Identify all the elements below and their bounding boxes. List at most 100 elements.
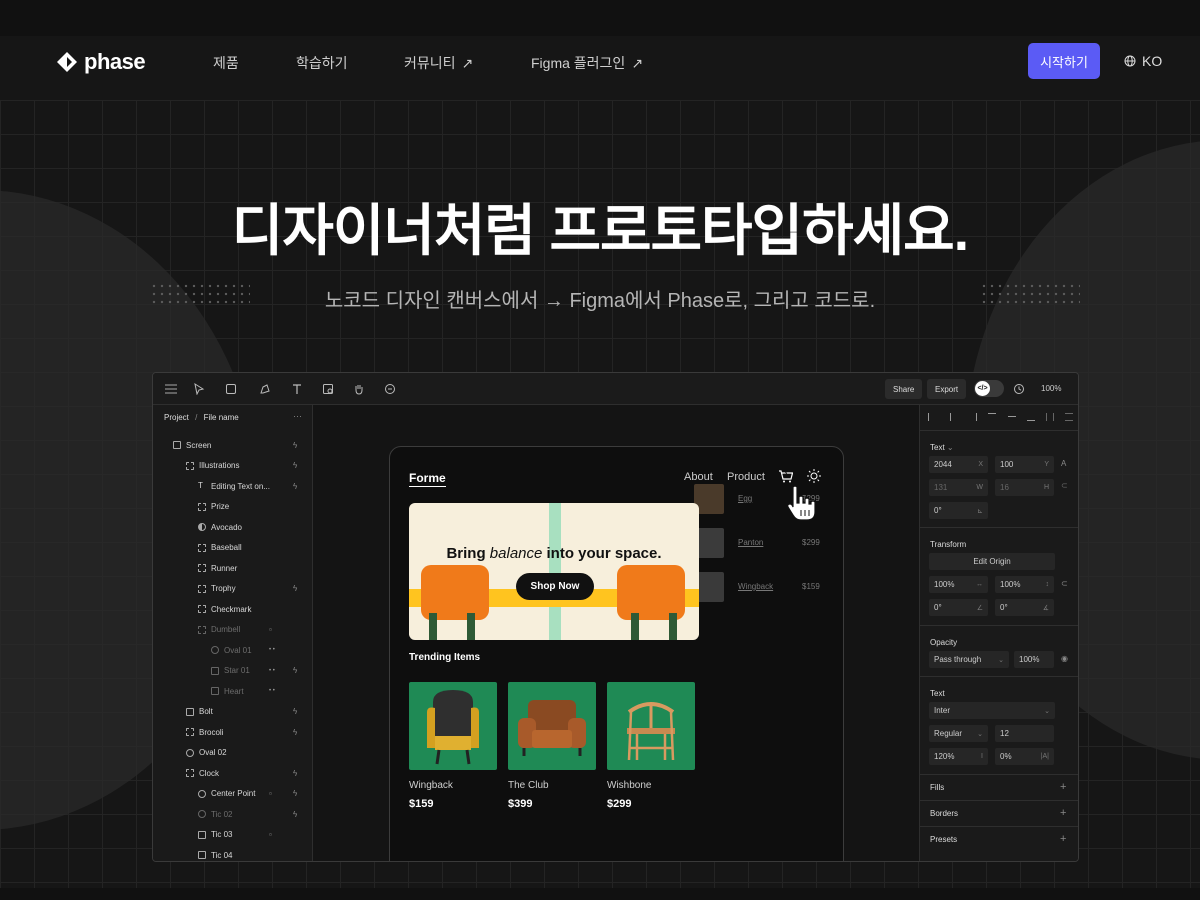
- font-weight-select[interactable]: Regular ⌄: [929, 725, 988, 742]
- frame-icon[interactable]: [223, 381, 239, 397]
- get-started-button[interactable]: 시작하기: [1028, 43, 1100, 79]
- component-icon[interactable]: [320, 381, 336, 397]
- skew-y-field[interactable]: 0° ∡: [995, 599, 1054, 616]
- dropdown-item[interactable]: Panton $299: [694, 528, 820, 558]
- distribute-v-icon[interactable]: [1064, 413, 1073, 421]
- layer-row[interactable]: Baseball: [153, 540, 313, 556]
- layer-row[interactable]: Illustrations ϟ: [153, 458, 313, 474]
- interaction-bolt-icon[interactable]: ϟ: [293, 461, 297, 470]
- product-card[interactable]: The Club $399: [508, 682, 596, 810]
- skew-x-field[interactable]: 0° ∠: [929, 599, 988, 616]
- interaction-bolt-icon[interactable]: ϟ: [293, 707, 297, 716]
- layer-row[interactable]: Bolt ϟ: [153, 704, 313, 720]
- y-field[interactable]: 100 Y: [995, 456, 1054, 473]
- export-button[interactable]: Export: [927, 379, 967, 399]
- interaction-bolt-icon[interactable]: ϟ: [293, 810, 297, 819]
- nav-link-products[interactable]: 제품: [213, 53, 239, 73]
- x-field[interactable]: 2044 X: [929, 456, 988, 473]
- layer-row[interactable]: Trophy ϟ: [153, 581, 313, 597]
- layer-row[interactable]: Avocado: [153, 519, 313, 535]
- preview-nav-about[interactable]: About: [684, 471, 713, 483]
- eye-icon[interactable]: ◉: [1061, 654, 1068, 663]
- share-button[interactable]: Share: [885, 379, 923, 399]
- breadcrumb-file[interactable]: File name: [204, 413, 239, 422]
- align-top-icon[interactable]: [988, 413, 997, 421]
- distribute-h-icon[interactable]: [1045, 413, 1054, 421]
- align-center-h-icon[interactable]: [950, 413, 958, 421]
- rotation-field[interactable]: 0° ⊾: [929, 502, 988, 519]
- layer-row[interactable]: Runner: [153, 560, 313, 576]
- history-icon[interactable]: [1011, 381, 1027, 397]
- layer-row[interactable]: Dumbell ▫: [153, 622, 313, 638]
- letter-spacing-field[interactable]: 0% |A|: [995, 748, 1054, 765]
- comment-icon[interactable]: [382, 381, 398, 397]
- layer-row[interactable]: Screen ϟ: [153, 437, 313, 453]
- opacity-field[interactable]: 100%: [1014, 651, 1054, 668]
- text-type-label[interactable]: Text ⌄: [930, 443, 954, 452]
- product-card[interactable]: Wingback $159: [409, 682, 497, 810]
- more-options-icon[interactable]: ···: [293, 411, 302, 421]
- logo[interactable]: phase: [56, 49, 146, 75]
- add-fill-icon[interactable]: +: [1060, 781, 1066, 793]
- layer-row[interactable]: T Editing Text on... ϟ: [153, 478, 313, 494]
- font-size-field[interactable]: 12: [995, 725, 1054, 742]
- constrain-link-icon[interactable]: ⊂: [1061, 481, 1068, 490]
- visibility-dots-icon[interactable]: • •: [269, 647, 275, 653]
- hand-icon[interactable]: [351, 381, 367, 397]
- code-toggle[interactable]: </>: [974, 380, 1004, 397]
- width-field[interactable]: 131 W: [929, 479, 988, 496]
- layer-row[interactable]: Star 01 • • ϟ: [153, 663, 313, 679]
- visibility-dots-icon[interactable]: • •: [269, 668, 275, 674]
- nav-link-learn[interactable]: 학습하기: [296, 53, 348, 73]
- edit-origin-button[interactable]: Edit Origin: [929, 553, 1055, 570]
- blend-mode-select[interactable]: Pass through ⌄: [929, 651, 1009, 668]
- preview-nav-product[interactable]: Product: [727, 471, 765, 483]
- add-preset-icon[interactable]: +: [1060, 833, 1066, 845]
- align-bottom-icon[interactable]: [1026, 413, 1035, 421]
- layer-row[interactable]: Oval 01 • •: [153, 642, 313, 658]
- lock-icon[interactable]: ▫: [269, 625, 272, 634]
- link-icon[interactable]: ⊂: [1061, 579, 1068, 588]
- preview-brand[interactable]: Forme: [409, 471, 446, 487]
- text-icon[interactable]: [289, 381, 305, 397]
- interaction-bolt-icon[interactable]: ϟ: [293, 789, 297, 798]
- pen-icon[interactable]: [257, 381, 273, 397]
- line-height-field[interactable]: 120% I: [929, 748, 988, 765]
- layer-row[interactable]: Tic 02 ϟ: [153, 806, 313, 822]
- align-right-icon[interactable]: [969, 413, 978, 421]
- add-border-icon[interactable]: +: [1060, 807, 1066, 819]
- font-family-select[interactable]: Inter ⌄: [929, 702, 1055, 719]
- dropdown-item[interactable]: Wingback $159: [694, 572, 820, 602]
- design-canvas[interactable]: Forme About Product 3 Egg $299 Panton $2…: [313, 405, 919, 861]
- nav-link-figma-plugin[interactable]: Figma 플러그인 ↗: [531, 53, 643, 73]
- layer-row[interactable]: Oval 02: [153, 745, 313, 761]
- layer-row[interactable]: Checkmark: [153, 601, 313, 617]
- layer-row[interactable]: Center Point ▫ ϟ: [153, 786, 313, 802]
- layer-row[interactable]: Brocoli ϟ: [153, 724, 313, 740]
- hero-banner[interactable]: Bring balance into your space. Shop Now: [409, 503, 699, 640]
- interaction-bolt-icon[interactable]: ϟ: [293, 482, 297, 491]
- visibility-dots-icon[interactable]: • •: [269, 688, 275, 694]
- layer-row[interactable]: Prize: [153, 499, 313, 515]
- layer-row[interactable]: Heart • •: [153, 683, 313, 699]
- scale-y-field[interactable]: 100% ↕: [995, 576, 1054, 593]
- interaction-bolt-icon[interactable]: ϟ: [293, 584, 297, 593]
- nav-link-community[interactable]: 커뮤니티 ↗: [404, 53, 473, 73]
- lock-icon[interactable]: ▫: [269, 789, 272, 798]
- language-selector[interactable]: KO: [1124, 53, 1162, 69]
- interaction-bolt-icon[interactable]: ϟ: [293, 441, 297, 450]
- breadcrumb-project[interactable]: Project: [164, 413, 189, 422]
- interaction-bolt-icon[interactable]: ϟ: [293, 666, 297, 675]
- interaction-bolt-icon[interactable]: ϟ: [293, 728, 297, 737]
- height-field[interactable]: 16 H: [995, 479, 1054, 496]
- menu-icon[interactable]: [163, 381, 179, 397]
- layer-row[interactable]: Tic 04: [153, 847, 313, 861]
- zoom-level[interactable]: 100%: [1041, 384, 1061, 393]
- layer-row[interactable]: Clock ϟ: [153, 765, 313, 781]
- layer-row[interactable]: Tic 03 ▫: [153, 827, 313, 843]
- shop-now-button[interactable]: Shop Now: [516, 573, 594, 600]
- pointer-icon[interactable]: [191, 381, 207, 397]
- align-left-icon[interactable]: [928, 413, 936, 421]
- interaction-bolt-icon[interactable]: ϟ: [293, 769, 297, 778]
- align-center-v-icon[interactable]: [1007, 416, 1016, 424]
